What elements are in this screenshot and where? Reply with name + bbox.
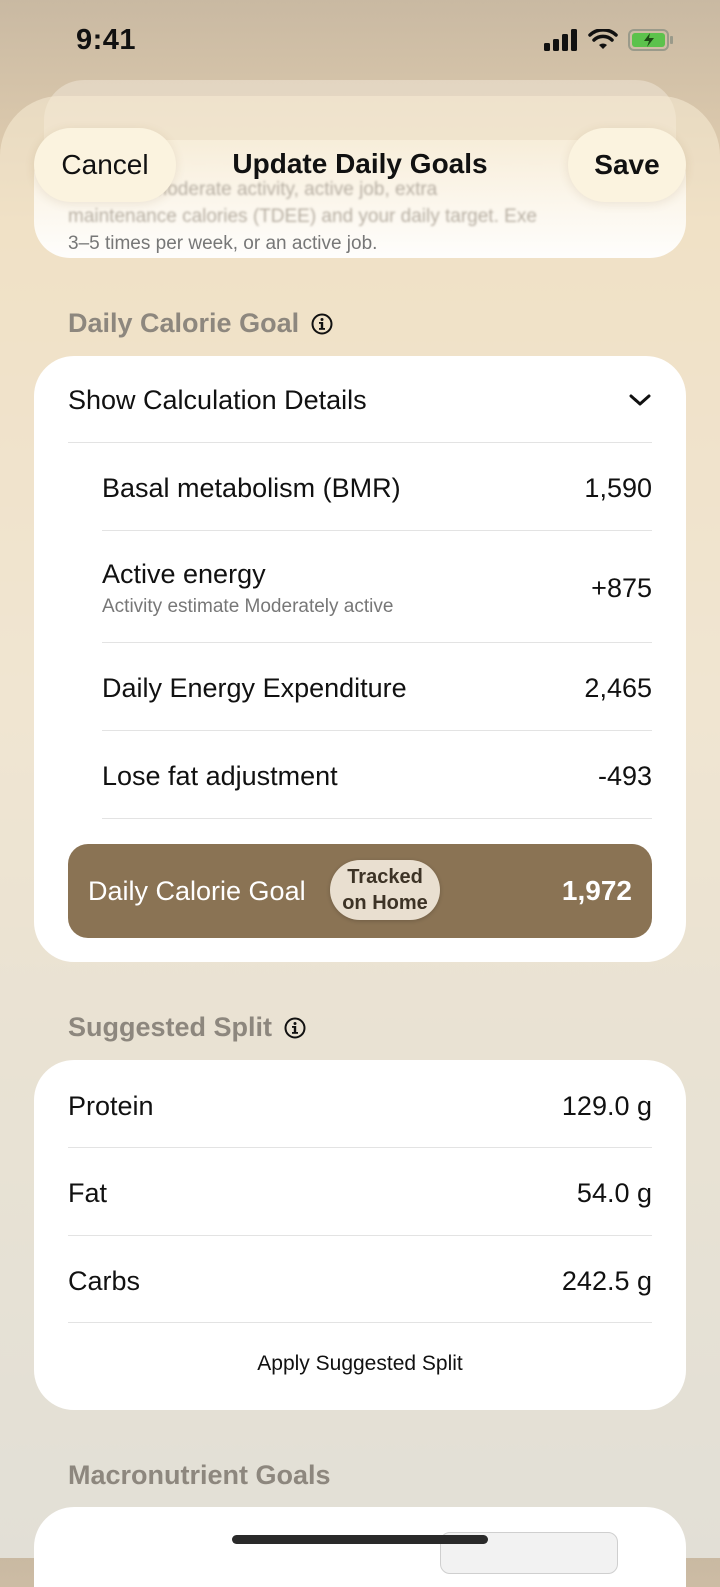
description-line-2: maintenance calories (TDEE) and your dai… — [68, 206, 537, 227]
toggle-label: Show Calculation Details — [68, 384, 367, 415]
divider — [102, 530, 652, 531]
split-section-header: Suggested Split — [68, 1012, 306, 1043]
split-section-title: Suggested Split — [68, 1012, 273, 1042]
save-button[interactable]: Save — [568, 128, 686, 202]
info-icon[interactable] — [311, 313, 333, 335]
bmr-row: Basal metabolism (BMR) 1,590 — [102, 468, 652, 508]
calorie-card: Show Calculation Details Basal metabolis… — [34, 356, 686, 962]
tdee-row: Daily Energy Expenditure 2,465 — [102, 668, 652, 708]
row-label: Active energy — [102, 558, 266, 589]
divider — [68, 1147, 652, 1148]
row-value: -493 — [597, 760, 652, 791]
row-value: +875 — [591, 572, 652, 603]
wifi-icon — [588, 29, 618, 49]
badge-line-2: on Home — [342, 892, 428, 914]
status-time: 9:41 — [76, 24, 137, 56]
carbs-row: Carbs 242.5 g — [68, 1261, 652, 1301]
home-indicator[interactable] — [232, 1535, 488, 1544]
goal-value: 1,972 — [561, 875, 632, 906]
goal-label: Daily Calorie Goal — [88, 875, 306, 906]
row-value: 54.0 g — [576, 1177, 652, 1208]
row-label: Fat — [68, 1177, 108, 1208]
divider — [102, 818, 652, 819]
divider — [68, 1235, 652, 1236]
protein-row: Protein 129.0 g — [68, 1086, 652, 1126]
row-label: Basal metabolism (BMR) — [102, 472, 401, 503]
macro-section-title: Macronutrient Goals — [68, 1460, 331, 1490]
row-value: 129.0 g — [561, 1090, 652, 1121]
row-label: Lose fat adjustment — [102, 760, 338, 791]
row-value: 242.5 g — [561, 1265, 652, 1296]
divider — [102, 642, 652, 643]
row-value: 2,465 — [584, 672, 652, 703]
row-label: Carbs — [68, 1265, 141, 1296]
calorie-section-title: Daily Calorie Goal — [68, 308, 300, 338]
suggested-split-card: Protein 129.0 g Fat 54.0 g Carbs 242.5 g… — [34, 1060, 686, 1410]
calorie-section-header: Daily Calorie Goal — [68, 308, 333, 339]
chevron-down-icon — [629, 394, 651, 406]
calculation-details-toggle[interactable]: Show Calculation Details — [68, 380, 652, 420]
badge-line-1: Tracked — [347, 866, 423, 888]
info-icon[interactable] — [284, 1017, 306, 1039]
row-value: 1,590 — [584, 472, 652, 503]
divider — [102, 730, 652, 731]
description-line-3: 3–5 times per week, or an active job. — [68, 233, 378, 254]
cancel-button[interactable]: Cancel — [34, 128, 176, 202]
tracked-on-home-badge: Tracked on Home — [330, 860, 440, 920]
row-sublabel: Activity estimate Moderately active — [102, 595, 394, 617]
status-icons — [544, 28, 674, 52]
signal-icon — [544, 29, 577, 51]
row-label: Protein — [68, 1090, 154, 1121]
apply-suggested-split-button[interactable]: Apply Suggested Split — [34, 1352, 686, 1376]
divider — [68, 442, 652, 443]
divider — [68, 1322, 652, 1323]
status-bar: 9:41 — [0, 0, 720, 80]
row-label: Daily Energy Expenditure — [102, 672, 407, 703]
page-title: Update Daily Goals — [232, 148, 488, 179]
nav-bar: Cancel Update Daily Goals Save — [0, 128, 720, 204]
battery-icon — [628, 29, 673, 51]
fat-row: Fat 54.0 g — [68, 1173, 652, 1213]
macro-section-header: Macronutrient Goals — [68, 1460, 331, 1491]
adjustment-row: Lose fat adjustment -493 — [102, 756, 652, 796]
active-energy-row: Active energy Activity estimate Moderate… — [102, 556, 652, 620]
daily-calorie-goal-bar: Daily Calorie Goal Tracked on Home 1,972 — [68, 844, 652, 938]
